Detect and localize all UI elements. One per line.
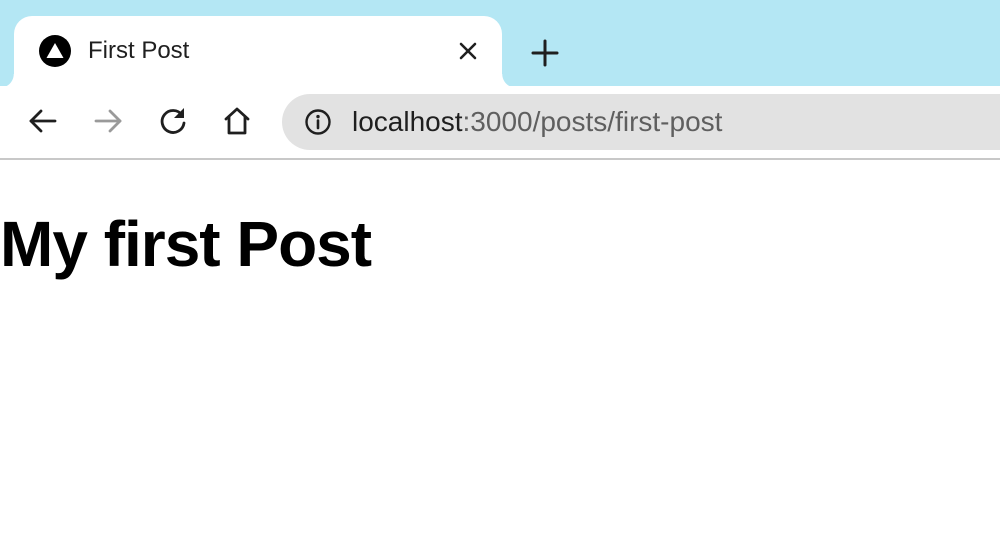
arrow-left-icon[interactable] bbox=[25, 103, 61, 139]
url-host: localhost bbox=[352, 106, 463, 137]
home-icon[interactable] bbox=[219, 103, 255, 139]
address-bar[interactable]: localhost:3000/posts/first-post bbox=[282, 94, 1000, 150]
arrow-right-icon[interactable] bbox=[90, 103, 126, 139]
tab-title: First Post bbox=[88, 37, 190, 64]
tab-strip: First Post bbox=[0, 0, 1000, 88]
triangle-logo-icon bbox=[39, 35, 71, 67]
url-path: :3000/posts/first-post bbox=[462, 106, 723, 137]
reload-icon[interactable] bbox=[155, 103, 191, 139]
info-icon[interactable] bbox=[304, 108, 332, 136]
browser-toolbar: localhost:3000/posts/first-post bbox=[0, 86, 1000, 160]
url-text[interactable]: localhost:3000/posts/first-post bbox=[352, 106, 722, 138]
new-tab-plus-icon[interactable] bbox=[528, 36, 562, 70]
close-icon[interactable] bbox=[454, 37, 482, 65]
page-content: My first Post bbox=[0, 160, 1000, 556]
page-title: My first Post bbox=[0, 208, 372, 280]
tab-first-post[interactable]: First Post bbox=[0, 16, 516, 88]
